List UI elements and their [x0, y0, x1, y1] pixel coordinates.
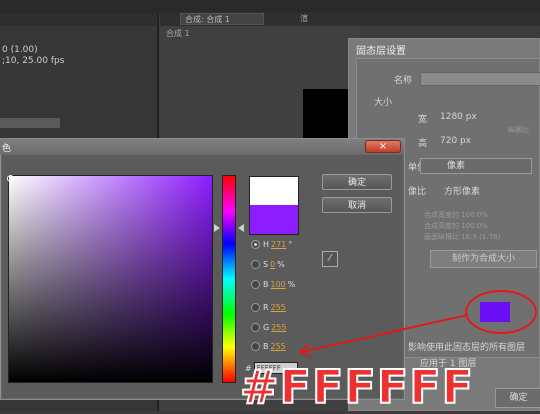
annotation-hex-label: #FFFFFF [239, 360, 475, 414]
annotation-arrow [299, 314, 469, 358]
